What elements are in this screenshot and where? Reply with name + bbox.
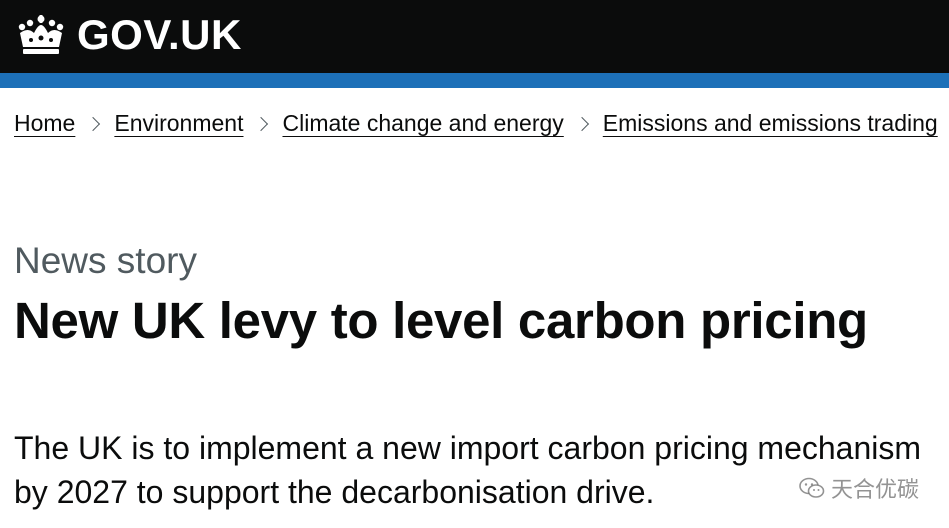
watermark: 天合优碳	[799, 472, 919, 504]
page-title: New UK levy to level carbon pricing	[14, 292, 868, 349]
crown-icon	[18, 15, 64, 54]
page-caption: News story	[14, 240, 197, 281]
breadcrumb-environment[interactable]: Environment	[114, 110, 243, 137]
chevron-right-icon	[574, 116, 589, 131]
breadcrumb: Home Environment Climate change and ener…	[14, 110, 938, 137]
wechat-icon	[799, 477, 825, 498]
breadcrumb-home[interactable]: Home	[14, 110, 75, 137]
site-header: GOV.UK	[0, 0, 949, 73]
chevron-right-icon	[86, 116, 101, 131]
watermark-text: 天合优碳	[830, 477, 919, 502]
breadcrumb-climate-change[interactable]: Climate change and energy	[282, 110, 563, 137]
logo-text: GOV.UK	[77, 11, 242, 58]
lead-paragraph: The UK is to implement a new import carb…	[14, 430, 922, 510]
header-stripe	[0, 73, 949, 88]
breadcrumb-emissions-trading[interactable]: Emissions and emissions trading	[603, 110, 938, 137]
govuk-logo-link[interactable]: GOV.UK	[14, 10, 242, 60]
chevron-right-icon	[254, 116, 269, 131]
